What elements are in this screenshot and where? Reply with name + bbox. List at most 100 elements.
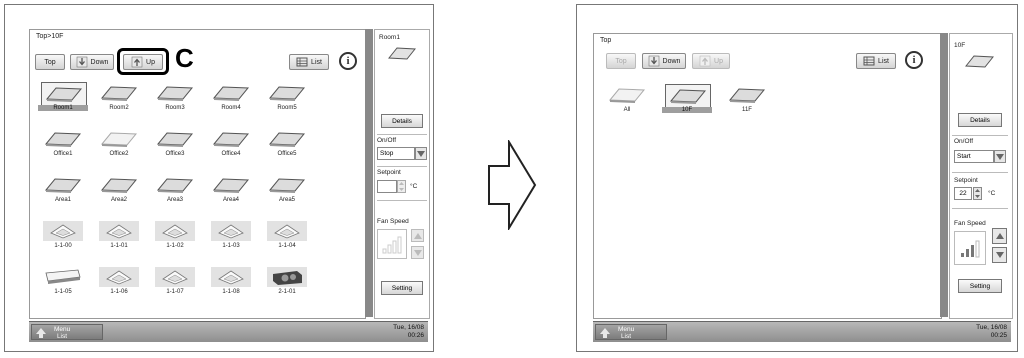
unit-tile[interactable]: Office5 (262, 126, 312, 164)
unit-tile[interactable]: 1-1-05 (38, 264, 88, 302)
onoff-value: Stop (380, 150, 394, 157)
unit-flat-icon (41, 128, 85, 150)
list-button-label: List (878, 57, 889, 65)
top-button[interactable]: Top (35, 54, 65, 70)
callout-letter: C (175, 43, 194, 73)
details-label: Details (392, 117, 412, 125)
fan-speed-label: Fan Speed (954, 220, 986, 227)
panel-divider (952, 208, 1008, 209)
unit-tile-label: Office2 (109, 151, 129, 157)
unit-tile[interactable]: Office2 (94, 126, 144, 164)
down-button-label: Down (662, 57, 681, 65)
setting-button[interactable]: Setting (381, 281, 423, 295)
top-button[interactable]: Top (606, 53, 636, 69)
info-icon[interactable]: i (339, 52, 357, 70)
setpoint-label: Setpoint (954, 177, 978, 184)
time: 00:25 (990, 332, 1007, 339)
date: Tue, 16/08 (976, 324, 1007, 331)
unit-tile[interactable]: 1-1-02 (150, 218, 200, 256)
setpoint-unit: °C (988, 190, 996, 197)
info-icon[interactable]: i (905, 51, 923, 69)
onoff-select[interactable]: Start (954, 150, 994, 163)
down-button[interactable]: Down (70, 54, 114, 70)
unit-tile[interactable]: 1-1-08 (206, 264, 256, 302)
up-button[interactable]: Up (692, 53, 730, 69)
unit-tile[interactable]: Room3 (150, 80, 200, 118)
unit-cassette-icon (97, 220, 141, 242)
up-arrow-icon (36, 328, 46, 338)
list-button[interactable]: List (856, 53, 896, 69)
fan-speed-up-button[interactable] (992, 228, 1007, 244)
unit-tile[interactable]: Room5 (262, 80, 312, 118)
unit-tile[interactable]: 1-1-06 (94, 264, 144, 302)
up-arrow-icon (600, 328, 610, 338)
setting-label: Setting (391, 284, 413, 292)
setpoint-field[interactable]: 22 (954, 187, 972, 200)
down-button[interactable]: Down (642, 53, 686, 69)
setpoint-value: 22 (959, 190, 967, 197)
unit-flat-icon (41, 82, 87, 106)
details-button[interactable]: Details (381, 114, 423, 128)
list-icon (296, 57, 308, 67)
unit-tile[interactable]: Area1 (38, 172, 88, 210)
unit-tile[interactable]: 11F (722, 82, 772, 120)
unit-tile[interactable]: Office4 (206, 126, 256, 164)
menu-list-label: Menu List (618, 326, 635, 340)
setpoint-field[interactable] (377, 180, 397, 193)
unit-flat-icon (265, 128, 309, 150)
unit-tile[interactable]: 1-1-04 (262, 218, 312, 256)
unit-tile-label: 1-1-02 (166, 243, 184, 249)
panel-divider (377, 200, 427, 201)
unit-tile[interactable]: Area2 (94, 172, 144, 210)
left-main-area: Top>10F Top Down Up C List i Room1 Room2 R… (29, 29, 366, 319)
setpoint-stepper-icon[interactable] (973, 187, 982, 200)
unit-tile[interactable]: 1-1-07 (150, 264, 200, 302)
menu-list-button[interactable]: Menu List (595, 324, 667, 340)
unit-flat-icon (153, 82, 197, 104)
unit-tile[interactable]: 1-1-00 (38, 218, 88, 256)
unit-tile-label: 1-1-05 (54, 289, 72, 295)
unit-tile[interactable]: Office1 (38, 126, 88, 164)
onoff-label: On/Off (377, 137, 397, 144)
unit-tile-label: Area4 (222, 197, 239, 203)
unit-tile[interactable]: Room4 (206, 80, 256, 118)
unit-tile-label: 2-1-01 (278, 289, 296, 295)
setting-button[interactable]: Setting (958, 279, 1002, 293)
transition-arrow-icon (488, 140, 537, 230)
onoff-value: Start (957, 153, 971, 160)
menu-list-button[interactable]: Menu List (31, 324, 103, 340)
details-button[interactable]: Details (958, 113, 1002, 127)
left-footer: Menu List Tue, 16/08 00:26 (29, 321, 428, 342)
list-button[interactable]: List (289, 54, 329, 70)
setpoint-unit: °C (410, 183, 418, 190)
unit-tile-label: Office5 (277, 151, 297, 157)
onoff-dropdown-icon[interactable] (415, 147, 427, 160)
unit-tile-label: 1-1-04 (278, 243, 296, 249)
down-arrow-icon (648, 55, 659, 67)
selected-name: Room1 (379, 34, 400, 41)
unit-tile[interactable]: Office3 (150, 126, 200, 164)
panel-divider (952, 135, 1008, 136)
unit-tile[interactable]: 1-1-01 (94, 218, 144, 256)
unit-tile[interactable]: 2-1-01 (262, 264, 312, 302)
onoff-dropdown-icon[interactable] (994, 150, 1006, 163)
unit-tile[interactable]: Area3 (150, 172, 200, 210)
panel-divider (377, 166, 427, 167)
onoff-select[interactable]: Stop (377, 147, 415, 160)
unit-tile[interactable]: Room1 (38, 80, 88, 118)
setpoint-stepper-icon[interactable] (397, 180, 406, 193)
unit-tile[interactable]: All (602, 82, 652, 120)
unit-tile-label: All (623, 107, 631, 113)
fan-speed-up-button[interactable] (411, 229, 424, 242)
unit-cassette-icon (209, 220, 253, 242)
unit-tile[interactable]: 1-1-03 (206, 218, 256, 256)
fan-speed-down-button[interactable] (992, 247, 1007, 263)
unit-tile[interactable]: Area5 (262, 172, 312, 210)
unit-tile[interactable]: Room2 (94, 80, 144, 118)
unit-tile[interactable]: 10F (662, 82, 712, 120)
unit-flat-icon (97, 174, 141, 196)
right-main-area: Top Top Down Up List i All 10F 11F (593, 33, 942, 319)
unit-tile[interactable]: Area4 (206, 172, 256, 210)
fan-speed-down-button[interactable] (411, 246, 424, 259)
top-button-label: Top (615, 57, 627, 65)
